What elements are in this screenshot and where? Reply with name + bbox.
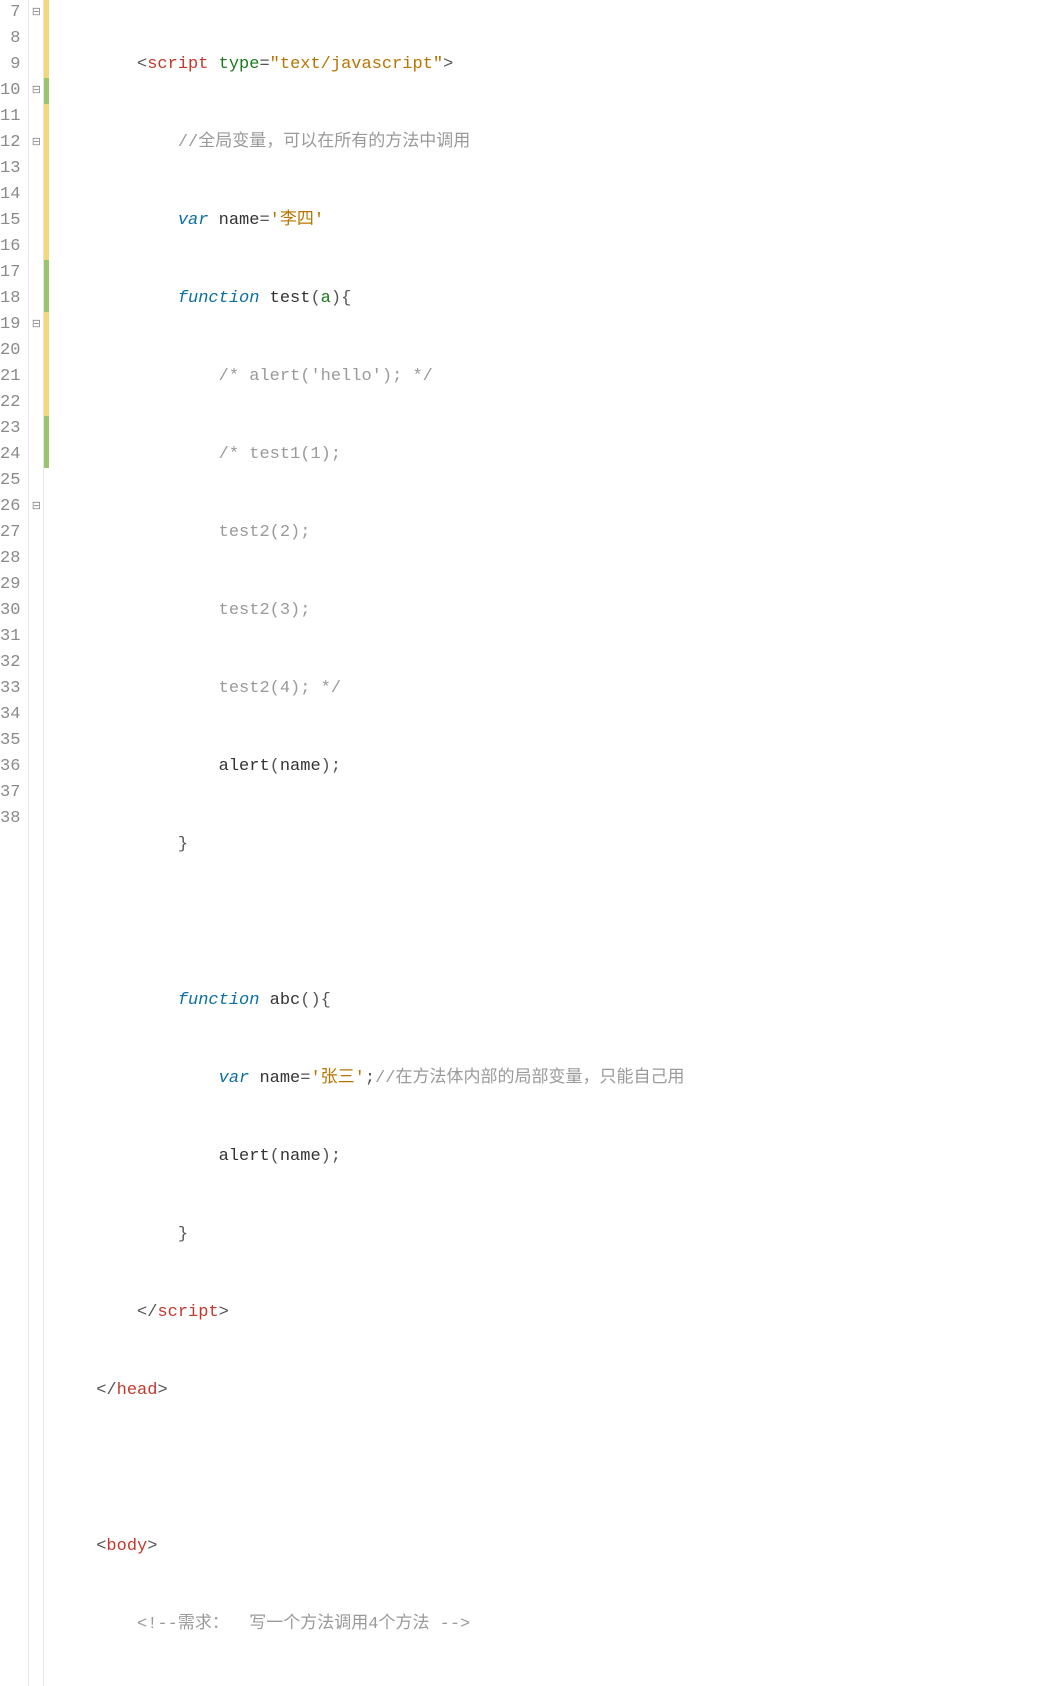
code-line: test2(4); */ [55, 676, 1060, 702]
line-number: 38 [0, 806, 24, 832]
code-line: var name='李四' [55, 208, 1060, 234]
line-number: 19 [0, 312, 24, 338]
fold-marker[interactable]: ⊟ [29, 78, 43, 104]
line-number: 20 [0, 338, 24, 364]
fold-marker [29, 156, 43, 182]
line-number: 27 [0, 520, 24, 546]
fold-gutter: ⊟ ⊟ ⊟ ⊟ ⊟ [28, 0, 44, 1686]
code-line: <script type="text/javascript"> [55, 52, 1060, 78]
code-area: <script type="text/javascript"> //全局变量，可… [49, 0, 1060, 1686]
code-line: /* test1(1); [55, 442, 1060, 468]
line-number: 14 [0, 182, 24, 208]
line-number: 13 [0, 156, 24, 182]
fold-marker [29, 364, 43, 390]
fold-marker[interactable]: ⊟ [29, 0, 43, 26]
fold-marker [29, 468, 43, 494]
fold-marker [29, 442, 43, 468]
fold-marker [29, 338, 43, 364]
code-line: function test(a){ [55, 286, 1060, 312]
code-line: alert(name); [55, 1144, 1060, 1170]
code-line: test2(2); [55, 520, 1060, 546]
line-number: 22 [0, 390, 24, 416]
code-line [55, 1456, 1060, 1482]
line-number: 33 [0, 676, 24, 702]
code-line: //全局变量，可以在所有的方法中调用 [55, 130, 1060, 156]
fold-marker [29, 780, 43, 806]
line-number: 28 [0, 546, 24, 572]
line-number-gutter: 7891011121314151617181920212223242526272… [0, 0, 28, 1686]
fold-marker [29, 286, 43, 312]
fold-marker [29, 208, 43, 234]
fold-marker [29, 728, 43, 754]
code-line: } [55, 832, 1060, 858]
code-line: test2(3); [55, 598, 1060, 624]
code-line: </script> [55, 1300, 1060, 1326]
line-number: 35 [0, 728, 24, 754]
line-number: 36 [0, 754, 24, 780]
code-line: } [55, 1222, 1060, 1248]
code-line: /* alert('hello'); */ [55, 364, 1060, 390]
fold-marker [29, 650, 43, 676]
fold-marker [29, 624, 43, 650]
fold-marker [29, 676, 43, 702]
code-line: var name='张三';//在方法体内部的局部变量，只能自己用 [55, 1066, 1060, 1092]
line-number: 12 [0, 130, 24, 156]
line-number: 30 [0, 598, 24, 624]
line-number: 18 [0, 286, 24, 312]
line-number: 17 [0, 260, 24, 286]
line-number: 37 [0, 780, 24, 806]
line-number: 8 [0, 26, 24, 52]
line-number: 34 [0, 702, 24, 728]
fold-marker [29, 520, 43, 546]
fold-marker [29, 52, 43, 78]
fold-marker[interactable]: ⊟ [29, 494, 43, 520]
line-number: 29 [0, 572, 24, 598]
fold-marker [29, 416, 43, 442]
code-line: <!--需求： 写一个方法调用4个方法 --> [55, 1612, 1060, 1638]
fold-marker [29, 182, 43, 208]
code-line: <body> [55, 1534, 1060, 1560]
line-number: 11 [0, 104, 24, 130]
fold-marker [29, 806, 43, 832]
fold-marker [29, 390, 43, 416]
fold-marker [29, 26, 43, 52]
fold-marker [29, 104, 43, 130]
line-number: 26 [0, 494, 24, 520]
fold-marker [29, 598, 43, 624]
line-number: 25 [0, 468, 24, 494]
line-number: 21 [0, 364, 24, 390]
code-line [55, 910, 1060, 936]
line-number: 7 [0, 0, 24, 26]
fold-marker [29, 260, 43, 286]
fold-marker [29, 234, 43, 260]
fold-marker[interactable]: ⊟ [29, 130, 43, 156]
line-number: 32 [0, 650, 24, 676]
code-line: alert(name); [55, 754, 1060, 780]
fold-marker[interactable]: ⊟ [29, 312, 43, 338]
line-number: 10 [0, 78, 24, 104]
fold-marker [29, 754, 43, 780]
fold-marker [29, 546, 43, 572]
line-number: 24 [0, 442, 24, 468]
fold-marker [29, 702, 43, 728]
code-line: </head> [55, 1378, 1060, 1404]
line-number: 9 [0, 52, 24, 78]
line-number: 31 [0, 624, 24, 650]
line-number: 23 [0, 416, 24, 442]
line-number: 15 [0, 208, 24, 234]
fold-marker [29, 572, 43, 598]
line-number: 16 [0, 234, 24, 260]
code-editor: 7891011121314151617181920212223242526272… [0, 0, 1060, 1686]
code-line: function abc(){ [55, 988, 1060, 1014]
